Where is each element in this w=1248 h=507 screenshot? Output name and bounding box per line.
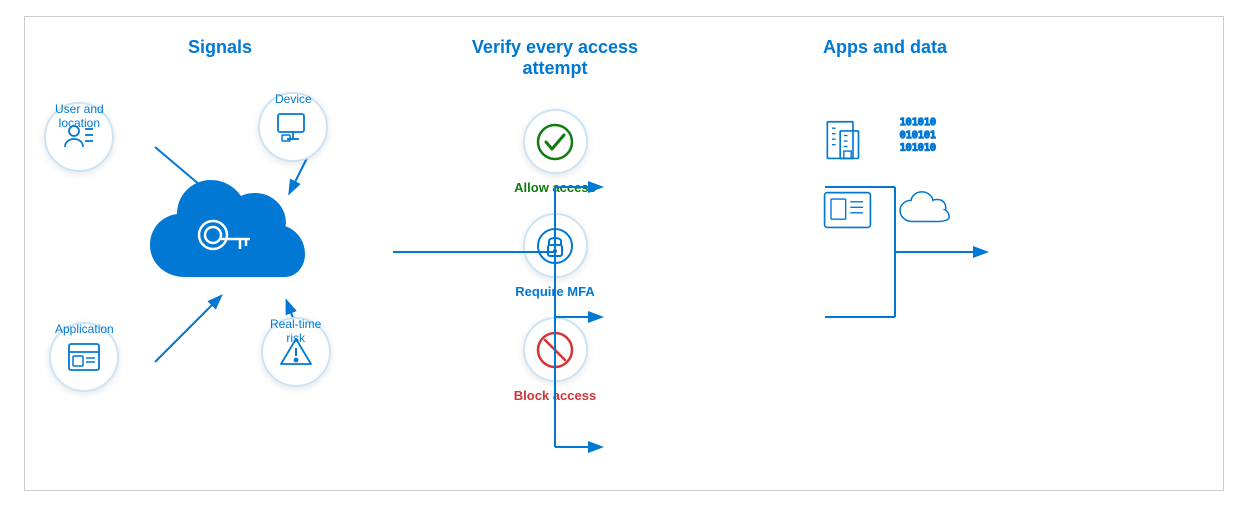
svg-text:010101: 010101 [900,130,936,141]
device-group: Device [275,92,312,106]
verify-items: Allow access Require MFA [514,109,596,403]
require-mfa-label: Require MFA [515,284,594,299]
cloud-icon-container [895,183,950,238]
lock-svg [535,226,575,266]
building-icon-container [820,108,875,163]
cloud-apps-svg [895,183,950,238]
app-window-svg [66,339,102,375]
allow-access-circle [523,109,588,174]
apps-section: Apps and data [775,37,995,248]
checkmark-svg [535,122,575,162]
no-circle-svg [535,330,575,370]
application-group: Application [55,322,114,336]
binary-data-icon-container: 101010 010101 101010 [895,108,950,163]
realtime-risk-group: Real-timerisk [270,317,321,345]
cloud-svg [125,167,325,322]
verify-title: Verify every access attempt [472,37,638,79]
diagram: Signals User andlocation [24,16,1224,491]
user-location-label: User andlocation [55,102,104,130]
apps-title: Apps and data [823,37,947,58]
apps-grid: 101010 010101 101010 [810,98,960,248]
allow-access-label: Allow access [514,180,596,195]
binary-svg: 101010 010101 101010 [895,108,950,163]
cloud-container [125,167,325,327]
require-mfa-item: Require MFA [515,213,594,299]
application-label: Application [55,322,114,336]
monitor-svg [275,109,311,145]
verify-section: Verify every access attempt Allow access [435,37,675,403]
user-location-group: User andlocation [55,102,104,130]
block-access-label: Block access [514,388,596,403]
block-access-circle [523,317,588,382]
signals-title: Signals [35,37,405,58]
building-svg [820,108,875,163]
svg-text:101010: 101010 [900,117,936,128]
realtime-risk-label: Real-timerisk [270,317,321,345]
require-mfa-circle [523,213,588,278]
device-label: Device [275,92,312,106]
dashboard-svg [820,183,875,238]
block-access-item: Block access [514,317,596,403]
signals-section: Signals User andlocation [35,37,405,470]
svg-text:101010: 101010 [900,143,936,154]
dashboard-icon-container [820,183,875,238]
allow-access-item: Allow access [514,109,596,195]
